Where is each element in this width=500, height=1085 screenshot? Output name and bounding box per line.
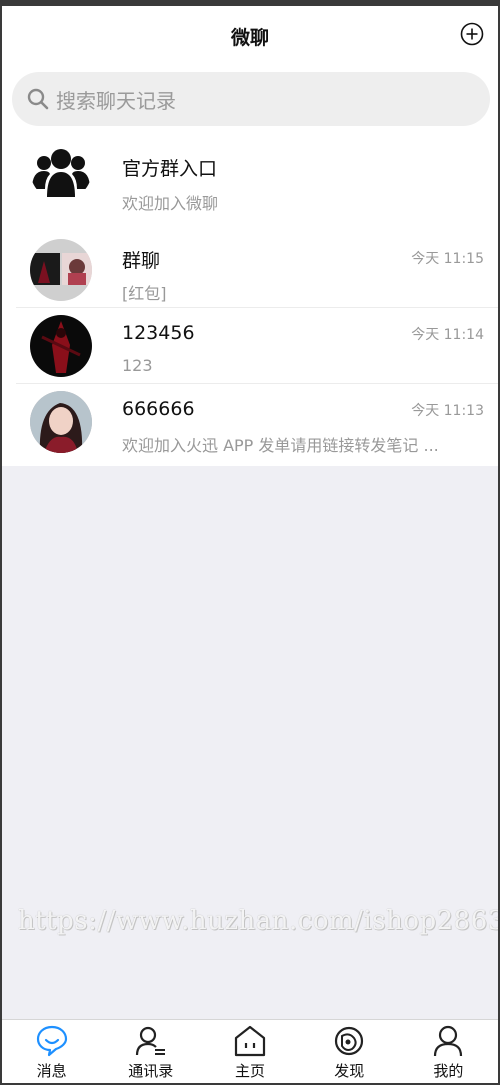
chat-preview: 欢迎加入火迅 APP 发单请用链接转发笔记 ... xyxy=(122,436,439,455)
chat-item-official-group[interactable]: 官方群入口 欢迎加入微聊 xyxy=(2,132,498,213)
chat-name: 666666 xyxy=(122,398,195,420)
chat-item-123456[interactable]: 123456 今天 11:14 123 xyxy=(2,308,498,384)
header: 微聊 xyxy=(2,6,498,66)
home-icon xyxy=(234,1025,266,1057)
group-icon xyxy=(32,149,90,197)
chat-list-panel: 微聊 搜索聊天记录 官方群入口 欢迎加入微聊 群聊 今天 11:15 [红包] … xyxy=(2,6,498,466)
tab-label: 消息 xyxy=(36,1062,67,1080)
app-window: 微聊 搜索聊天记录 官方群入口 欢迎加入微聊 群聊 今天 11:15 [红包] … xyxy=(2,6,498,1083)
tab-contacts[interactable]: 通讯录 xyxy=(101,1020,200,1083)
tab-label: 通讯录 xyxy=(128,1062,174,1080)
tab-messages[interactable]: 消息 xyxy=(2,1020,101,1083)
chat-time: 今天 11:14 xyxy=(411,327,484,343)
group-avatar xyxy=(30,139,92,201)
chat-item-group[interactable]: 群聊 今天 11:15 [红包] xyxy=(2,232,498,308)
chat-name: 群聊 xyxy=(122,250,161,272)
tab-label: 主页 xyxy=(235,1062,266,1080)
discover-icon xyxy=(335,1026,364,1056)
chat-name: 官方群入口 xyxy=(122,158,218,180)
user-icon xyxy=(434,1025,463,1057)
bottom-tab-bar: 消息 通讯录 主页 发现 我的 xyxy=(2,1019,498,1083)
group-chat-avatar-image xyxy=(30,253,92,285)
group-chat-avatar xyxy=(30,239,92,301)
chat-bubble-icon xyxy=(36,1025,67,1057)
chat-item-666666[interactable]: 666666 今天 11:13 欢迎加入火迅 APP 发单请用链接转发笔记 ..… xyxy=(2,384,498,460)
chat-time: 今天 11:13 xyxy=(411,403,484,419)
chat-name: 123456 xyxy=(122,322,195,344)
tab-discover[interactable]: 发现 xyxy=(300,1020,399,1083)
tab-home[interactable]: 主页 xyxy=(200,1020,299,1083)
user-avatar xyxy=(30,315,92,377)
chat-time: 今天 11:15 xyxy=(411,251,484,267)
search-icon xyxy=(27,88,49,110)
watermark-text: https://www.huzhan.com/ishop28631 xyxy=(18,906,498,936)
contacts-icon xyxy=(135,1026,165,1056)
user-avatar-image xyxy=(30,391,92,453)
user-avatar xyxy=(30,391,92,453)
search-input[interactable]: 搜索聊天记录 xyxy=(12,72,490,126)
tab-label: 我的 xyxy=(433,1062,464,1080)
search-placeholder: 搜索聊天记录 xyxy=(56,88,176,113)
user-avatar-image xyxy=(41,321,81,373)
page-title: 微聊 xyxy=(230,26,269,49)
chat-preview: 欢迎加入微聊 xyxy=(122,194,219,213)
tab-label: 发现 xyxy=(334,1062,365,1080)
tab-me[interactable]: 我的 xyxy=(399,1020,498,1083)
chat-preview: [红包] xyxy=(122,284,167,303)
add-plus-icon[interactable] xyxy=(460,22,484,46)
chat-preview: 123 xyxy=(122,356,153,375)
